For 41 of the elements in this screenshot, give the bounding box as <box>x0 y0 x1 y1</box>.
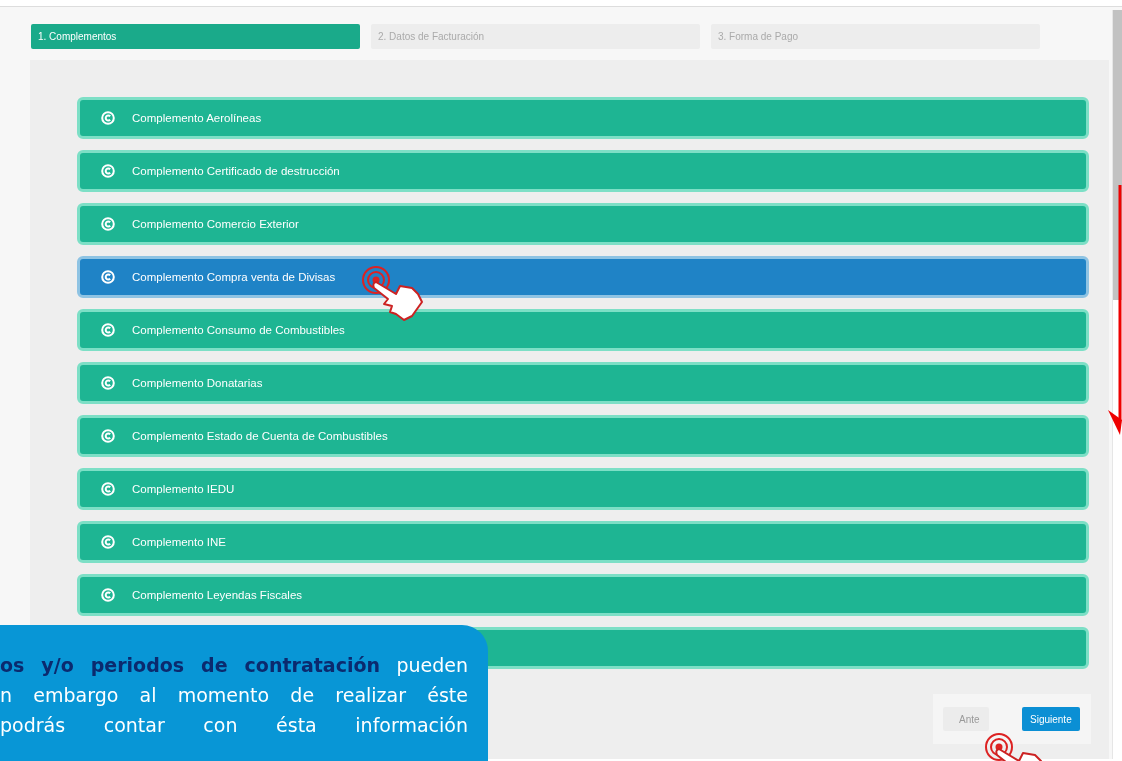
callout-text-line: os y/o periodos de contratación pueden <box>0 653 468 678</box>
callout-text-line: podrás contar con ésta información <box>0 713 468 738</box>
scrollbar[interactable] <box>1112 10 1122 759</box>
complement-label: Complemento Comercio Exterior <box>132 218 299 230</box>
complement-label: Complemento IEDU <box>132 483 235 495</box>
complement-label: Complemento Leyendas Fiscales <box>132 589 303 601</box>
copyright-icon <box>101 270 115 284</box>
complement-item[interactable]: Complemento Compra venta de Divisas <box>77 256 1089 298</box>
complement-label: Complemento Donatarias <box>132 377 263 389</box>
callout-text-line: n embargo al momento de realizar éste <box>0 683 468 708</box>
copyright-icon <box>101 323 115 337</box>
copyright-icon <box>101 376 115 390</box>
complement-item[interactable]: Complemento Certificado de destrucción <box>77 150 1089 192</box>
complement-label: Complemento Estado de Cuenta de Combustibles <box>132 430 388 442</box>
complement-item[interactable]: Complemento Leyendas Fiscales <box>77 574 1089 616</box>
complement-item[interactable]: Complemento Consumo de Combustibles <box>77 309 1089 351</box>
wizard-step-tab[interactable]: 2. Datos de Facturación <box>371 24 700 49</box>
complement-label: Complemento Compra venta de Divisas <box>132 271 336 283</box>
complement-label: Complemento Certificado de destrucción <box>132 165 340 177</box>
previous-button[interactable]: Ante <box>943 707 989 731</box>
copyright-icon <box>101 482 115 496</box>
complement-label: Complemento INE <box>132 536 226 548</box>
complement-item[interactable]: Complemento IEDU <box>77 468 1089 510</box>
scrollbar-thumb[interactable] <box>1113 10 1122 300</box>
complement-item[interactable]: Complemento Comercio Exterior <box>77 203 1089 245</box>
complement-item[interactable]: Complemento Aerolíneas <box>77 97 1089 139</box>
wizard-step-tab[interactable]: 1. Complementos <box>31 24 360 49</box>
wizard-step-tab[interactable]: 3. Forma de Pago <box>711 24 1040 49</box>
complement-label: Complemento Consumo de Combustibles <box>132 324 345 336</box>
copyright-icon <box>101 588 115 602</box>
next-button[interactable]: Siguiente <box>1022 707 1080 731</box>
copyright-icon <box>101 535 115 549</box>
copyright-icon <box>101 164 115 178</box>
complement-label: Complemento Aerolíneas <box>132 112 262 124</box>
down-arrow-icon <box>1108 185 1122 435</box>
copyright-icon <box>101 429 115 443</box>
complement-item[interactable]: Complemento Estado de Cuenta de Combustibles <box>77 415 1089 457</box>
complement-item[interactable]: Complemento INE <box>77 521 1089 563</box>
copyright-icon <box>101 111 115 125</box>
complement-item[interactable]: Complemento Donatarias <box>77 362 1089 404</box>
copyright-icon <box>101 217 115 231</box>
